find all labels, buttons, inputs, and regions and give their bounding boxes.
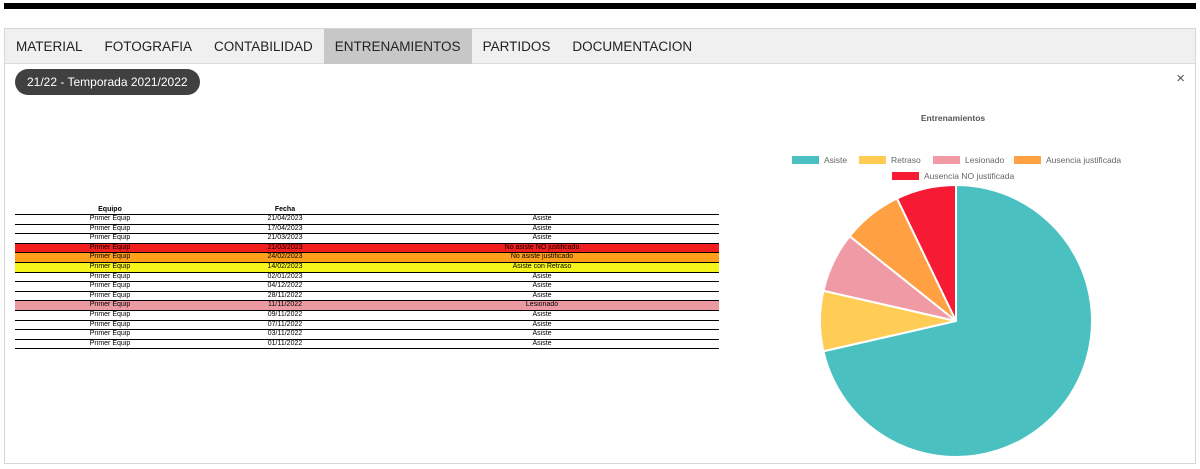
- cell-fecha: 21/03/2023: [205, 243, 365, 254]
- cell-fecha: 01/11/2022: [205, 339, 365, 350]
- cell-estado: No asiste NO justificado: [365, 243, 719, 254]
- cell-estado: Asiste con Retraso: [365, 262, 719, 273]
- cell-equipo: Primer Equip: [15, 329, 205, 340]
- cell-estado: Asiste: [365, 233, 719, 244]
- player-panel: MATERIAL FOTOGRAFIA CONTABILIDAD ENTRENAMIE…: [4, 28, 1196, 464]
- cell-equipo: Primer Equip: [15, 281, 205, 292]
- tab-documentacion[interactable]: DOCUMENTACION: [561, 29, 703, 64]
- cell-equipo: Primer Equip: [15, 300, 205, 311]
- cell-equipo: Primer Equip: [15, 291, 205, 302]
- cell-fecha: 11/11/2022: [205, 300, 365, 311]
- table-row: Primer Equip 09/11/2022 Asiste: [15, 310, 719, 321]
- cell-fecha: 03/11/2022: [205, 329, 365, 340]
- cell-equipo: Primer Equip: [15, 310, 205, 321]
- cell-estado: Asiste: [365, 310, 719, 321]
- legend-label[interactable]: Ausencia NO justificada: [924, 171, 1015, 181]
- top-black-bar: [4, 3, 1196, 9]
- tab-contabilidad[interactable]: CONTABILIDAD: [203, 29, 324, 64]
- tab-material[interactable]: MATERIAL: [5, 29, 94, 64]
- column-header-estado: [365, 205, 719, 215]
- table-header-row: Equipo Fecha: [15, 205, 719, 215]
- cell-estado: No asiste justificado: [365, 252, 719, 263]
- cell-equipo: Primer Equip: [15, 233, 205, 244]
- cell-equipo: Primer Equip: [15, 262, 205, 273]
- table-row: Primer Equip 21/04/2023 Asiste: [15, 214, 719, 225]
- cell-equipo: Primer Equip: [15, 224, 205, 235]
- cell-estado: Asiste: [365, 214, 719, 225]
- cell-fecha: 04/12/2022: [205, 281, 365, 292]
- cell-fecha: 02/01/2023: [205, 272, 365, 283]
- tab-partidos[interactable]: PARTIDOS: [472, 29, 562, 64]
- table-row: Primer Equip 24/02/2023 No asiste justific…: [15, 252, 719, 263]
- table-row: Primer Equip 17/04/2023 Asiste: [15, 224, 719, 235]
- cell-fecha: 21/03/2023: [205, 233, 365, 244]
- table-row: Primer Equip 01/11/2022 Asiste: [15, 339, 719, 350]
- table-row: Primer Equip 04/12/2022 Asiste: [15, 281, 719, 292]
- pie-slices: [819, 183, 1093, 458]
- cell-estado: Asiste: [365, 272, 719, 283]
- table-row: Primer Equip 02/01/2023 Asiste: [15, 272, 719, 283]
- table-row: Primer Equip 14/02/2023 Asiste con Retraso: [15, 262, 719, 273]
- tab-bar: MATERIAL FOTOGRAFIA CONTABILIDAD ENTRENAMIE…: [5, 29, 1195, 64]
- cell-estado: Asiste: [365, 339, 719, 350]
- cell-equipo: Primer Equip: [15, 320, 205, 331]
- cell-fecha: 28/11/2022: [205, 291, 365, 302]
- close-icon[interactable]: ×: [1176, 70, 1185, 88]
- season-selector-button[interactable]: 21/22 - Temporada 2021/2022: [15, 69, 200, 95]
- cell-estado: Asiste: [365, 320, 719, 331]
- cell-fecha: 21/04/2023: [205, 214, 365, 225]
- table-row: Primer Equip 21/03/2023 Asiste: [15, 233, 719, 244]
- tab-fotografia[interactable]: FOTOGRAFIA: [94, 29, 204, 64]
- cell-fecha: 07/11/2022: [205, 320, 365, 331]
- trainings-pie-chart: Entrenamientos Asiste Retraso Lesionado Aus…: [792, 113, 1121, 458]
- legend-swatch: [892, 172, 919, 180]
- table-row: Primer Equip 11/11/2022 Lesionado: [15, 300, 719, 311]
- cell-equipo: Primer Equip: [15, 252, 205, 263]
- legend-label[interactable]: Lesionado: [965, 155, 1005, 165]
- cell-fecha: 09/11/2022: [205, 310, 365, 321]
- legend-label[interactable]: Asiste: [824, 155, 847, 165]
- table-row: Primer Equip 28/11/2022 Asiste: [15, 291, 719, 302]
- cell-equipo: Primer Equip: [15, 243, 205, 254]
- legend-swatch: [859, 156, 886, 164]
- column-header-equipo: Equipo: [15, 205, 205, 215]
- legend-label[interactable]: Ausencia justificada: [1046, 155, 1121, 165]
- cell-estado: Asiste: [365, 281, 719, 292]
- cell-estado: Asiste: [365, 224, 719, 235]
- trainings-table: Equipo Fecha Primer Equip 21/04/2023 Asist…: [15, 205, 719, 350]
- cell-fecha: 17/04/2023: [205, 224, 365, 235]
- cell-equipo: Primer Equip: [15, 214, 205, 225]
- cell-fecha: 24/02/2023: [205, 252, 365, 263]
- cell-fecha: 14/02/2023: [205, 262, 365, 273]
- legend-swatch: [1014, 156, 1041, 164]
- cell-estado: Asiste: [365, 291, 719, 302]
- legend-swatch: [792, 156, 819, 164]
- table-row: Primer Equip 07/11/2022 Asiste: [15, 320, 719, 331]
- table-row: Primer Equip 03/11/2022 Asiste: [15, 329, 719, 340]
- legend-label[interactable]: Retraso: [891, 155, 921, 165]
- chart-title: Entrenamientos: [921, 113, 986, 123]
- cell-equipo: Primer Equip: [15, 339, 205, 350]
- chart-legend: Asiste Retraso Lesionado Ausencia justifica…: [792, 155, 1121, 181]
- cell-estado: Lesionado: [365, 300, 719, 311]
- legend-swatch: [933, 156, 960, 164]
- cell-estado: Asiste: [365, 329, 719, 340]
- tab-entrenamientos[interactable]: ENTRENAMIENTOS: [323, 29, 472, 64]
- table-row: Primer Equip 21/03/2023 No asiste NO justi…: [15, 243, 719, 254]
- column-header-fecha: Fecha: [205, 205, 365, 215]
- cell-equipo: Primer Equip: [15, 272, 205, 283]
